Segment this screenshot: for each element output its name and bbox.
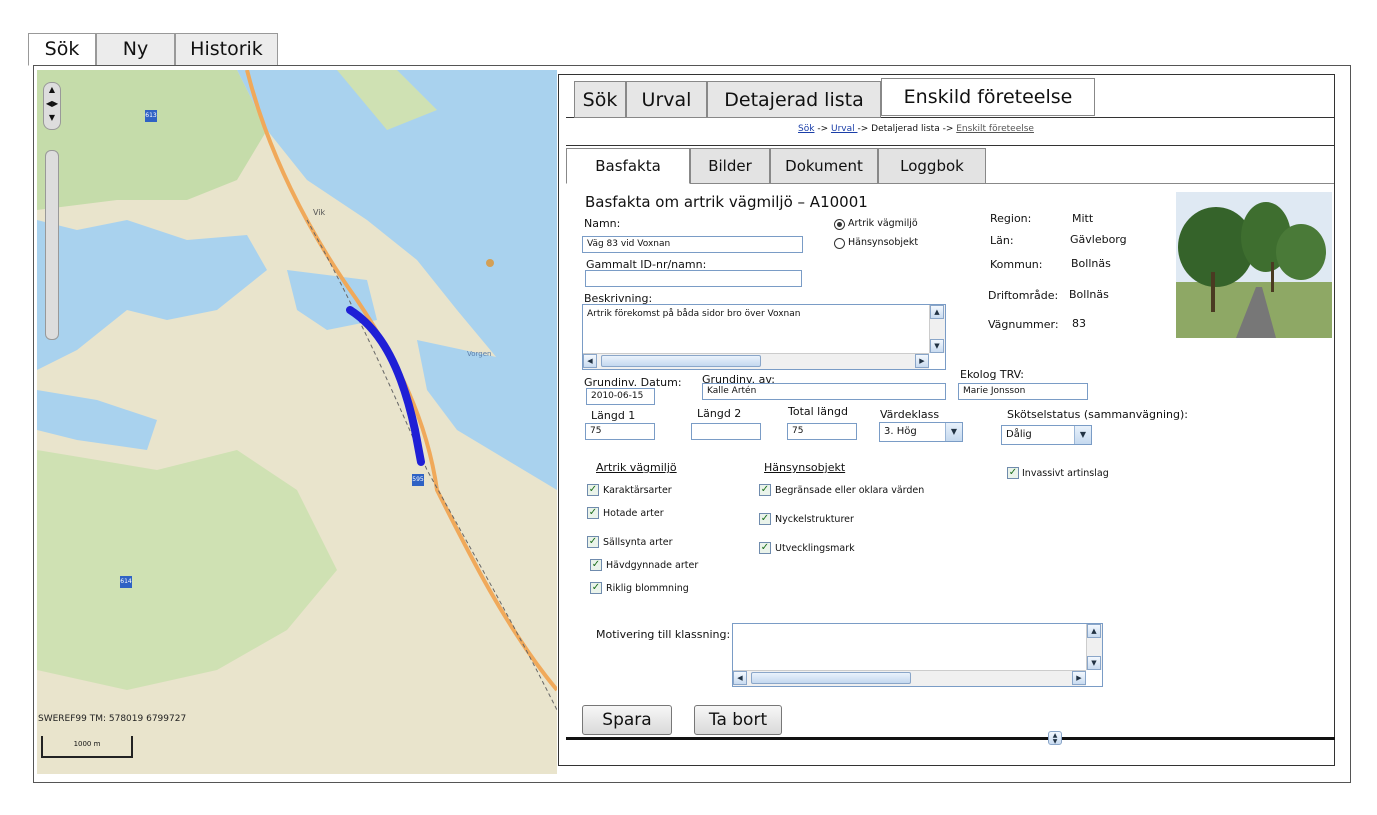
breadcrumb-divider [566, 145, 1334, 146]
kommun-value: Bollnäs [1071, 257, 1111, 270]
motivering-hscroll[interactable]: ◀ ▶ [733, 670, 1086, 686]
sub-tab-loggbok[interactable]: Loggbok [878, 148, 986, 184]
checkbox-sallsynta-arter-label: Sällsynta arter [603, 537, 673, 548]
checkbox-nyckelstrukturer[interactable]: ✓ [759, 513, 771, 525]
langd1-field[interactable]: 75 [585, 423, 655, 440]
road-shield-595: 595 [412, 474, 424, 486]
sub-tab-dokument[interactable]: Dokument [770, 148, 878, 184]
map-view[interactable]: ▲ ◀▶ ▼ 613 595 614 Vik Vorgen SWEREF99 TM:… [37, 70, 557, 774]
chevron-down-icon: ▼ [1074, 426, 1091, 444]
zoom-slider[interactable] [45, 150, 59, 340]
inner-tab-enskild-foreteelse[interactable]: Enskild företeelse [881, 78, 1095, 116]
map-canvas [37, 70, 557, 774]
checkbox-invasivt-label: Invassivt artinslag [1022, 468, 1109, 479]
skotselstatus-value: Dålig [1006, 429, 1032, 440]
lan-value: Gävleborg [1070, 233, 1127, 246]
checkbox-hotade-arter[interactable]: ✓ [587, 507, 599, 519]
ekolog-field[interactable]: Marie Jonsson [958, 383, 1088, 400]
checkbox-sallsynta-arter[interactable]: ✓ [587, 536, 599, 548]
region-label: Region: [990, 212, 1032, 225]
delete-button[interactable]: Ta bort [694, 705, 782, 735]
breadcrumb-current: Enskilt företeelse [956, 124, 1034, 134]
radio-artrik-label: Artrik vägmiljö [848, 218, 918, 229]
sub-tab-bilder[interactable]: Bilder [690, 148, 770, 184]
map-scale-bar: 1000 m [41, 736, 133, 758]
road-shield-613: 613 [145, 110, 157, 122]
breadcrumb: Sök -> Urval -> Detaljerad lista -> Ensk… [566, 124, 1266, 134]
breadcrumb-separator: -> [814, 124, 831, 134]
form-heading: Basfakta om artrik vägmiljö – A10001 [585, 193, 868, 211]
namn-field[interactable]: Väg 83 vid Voxnan [582, 236, 803, 253]
radio-hansyn-label: Hänsynsobjekt [848, 237, 919, 248]
namn-label: Namn: [584, 217, 621, 230]
checkbox-havdgynnade-arter[interactable]: ✓ [590, 559, 602, 571]
checkbox-utvecklingsmark-label: Utvecklingsmark [775, 543, 855, 554]
checkbox-riklig-blommning-label: Riklig blommning [606, 583, 689, 594]
beskrivning-hscroll[interactable]: ◀ ▶ [583, 353, 929, 369]
outer-tab-historik[interactable]: Historik [175, 33, 278, 66]
checkbox-nyckelstrukturer-label: Nyckelstrukturer [775, 514, 854, 525]
breadcrumb-sok[interactable]: Sök [798, 124, 814, 134]
beskrivning-text: Artrik förekomst på båda sidor bro över … [587, 309, 801, 319]
road-shield-614: 614 [120, 576, 132, 588]
artrik-heading: Artrik vägmiljö [596, 461, 677, 474]
checkbox-utvecklingsmark[interactable]: ✓ [759, 542, 771, 554]
langd2-field[interactable] [691, 423, 761, 440]
outer-tab-ny[interactable]: Ny [96, 33, 175, 66]
skotselstatus-label: Skötselstatus (sammanvägning): [1007, 408, 1188, 421]
breadcrumb-detaljerad: -> Detaljerad lista -> [857, 124, 954, 134]
driftomrade-label: Driftområde: [988, 289, 1059, 302]
motivering-vscroll[interactable]: ▲ ▼ [1086, 624, 1102, 670]
region-value: Mitt [1072, 212, 1094, 225]
road-photo [1176, 192, 1332, 338]
checkbox-karaktarsarter[interactable]: ✓ [587, 484, 599, 496]
inner-tab-sok[interactable]: Sök [574, 81, 626, 118]
save-button[interactable]: Spara [582, 705, 672, 735]
vagnummer-value: 83 [1072, 317, 1086, 330]
total-langd-label: Total längd [788, 405, 848, 418]
place-label-vik: Vik [313, 208, 326, 217]
checkbox-begransade[interactable]: ✓ [759, 484, 771, 496]
radio-artrik[interactable] [834, 219, 845, 230]
outer-tab-sok[interactable]: Sök [28, 33, 96, 66]
motivering-label: Motivering till klassning: [596, 628, 731, 641]
panel-resize-divider[interactable] [566, 737, 1335, 740]
map-coordinates: SWEREF99 TM: 578019 6799727 [38, 714, 187, 724]
chevron-down-icon: ▼ [945, 423, 962, 441]
beskrivning-vscroll[interactable]: ▲ ▼ [929, 305, 945, 353]
checkbox-riklig-blommning[interactable]: ✓ [590, 582, 602, 594]
checkbox-begransade-label: Begränsade eller oklara värden [775, 485, 925, 496]
langd1-label: Längd 1 [591, 409, 636, 422]
place-label-vorgen: Vorgen [467, 350, 492, 358]
kommun-label: Kommun: [990, 258, 1043, 271]
langd2-label: Längd 2 [697, 407, 742, 420]
checkbox-hotade-arter-label: Hotade arter [603, 508, 664, 519]
inner-tab-detaljerad-lista[interactable]: Detajerad lista [707, 81, 881, 118]
beskrivning-textarea[interactable]: Artrik förekomst på båda sidor bro över … [582, 304, 946, 370]
vardeklass-value: 3. Hög [884, 426, 917, 437]
inner-tab-urval[interactable]: Urval [626, 81, 707, 118]
motivering-textarea[interactable]: ▲ ▼ ◀ ▶ [732, 623, 1103, 687]
vardeklass-label: Värdeklass [880, 408, 940, 421]
pan-control[interactable]: ▲ ◀▶ ▼ [43, 82, 61, 130]
checkbox-havdgynnade-arter-label: Hävdgynnade arter [606, 560, 699, 571]
grundinv-datum-field[interactable]: 2010-06-15 [586, 388, 655, 405]
checkbox-karaktarsarter-label: Karaktärsarter [603, 485, 672, 496]
hansyn-heading: Hänsynsobjekt [764, 461, 846, 474]
total-langd-field[interactable]: 75 [787, 423, 857, 440]
ekolog-label: Ekolog TRV: [960, 368, 1025, 381]
driftomrade-value: Bollnäs [1069, 288, 1109, 301]
grundinv-av-field[interactable]: Kalle Artén [702, 383, 946, 400]
lan-label: Län: [990, 234, 1014, 247]
sub-tab-basfakta[interactable]: Basfakta [566, 148, 690, 184]
resize-handle-icon[interactable]: ▲ ▼ [1048, 731, 1062, 745]
checkbox-invasivt[interactable]: ✓ [1007, 467, 1019, 479]
sub-tab-underline [986, 183, 1334, 184]
breadcrumb-urval[interactable]: Urval [831, 124, 858, 134]
radio-hansyn[interactable] [834, 238, 845, 249]
skotselstatus-select[interactable]: Dålig ▼ [1001, 425, 1092, 445]
gammalt-field[interactable] [585, 270, 802, 287]
vardeklass-select[interactable]: 3. Hög ▼ [879, 422, 963, 442]
vagnummer-label: Vägnummer: [988, 318, 1059, 331]
